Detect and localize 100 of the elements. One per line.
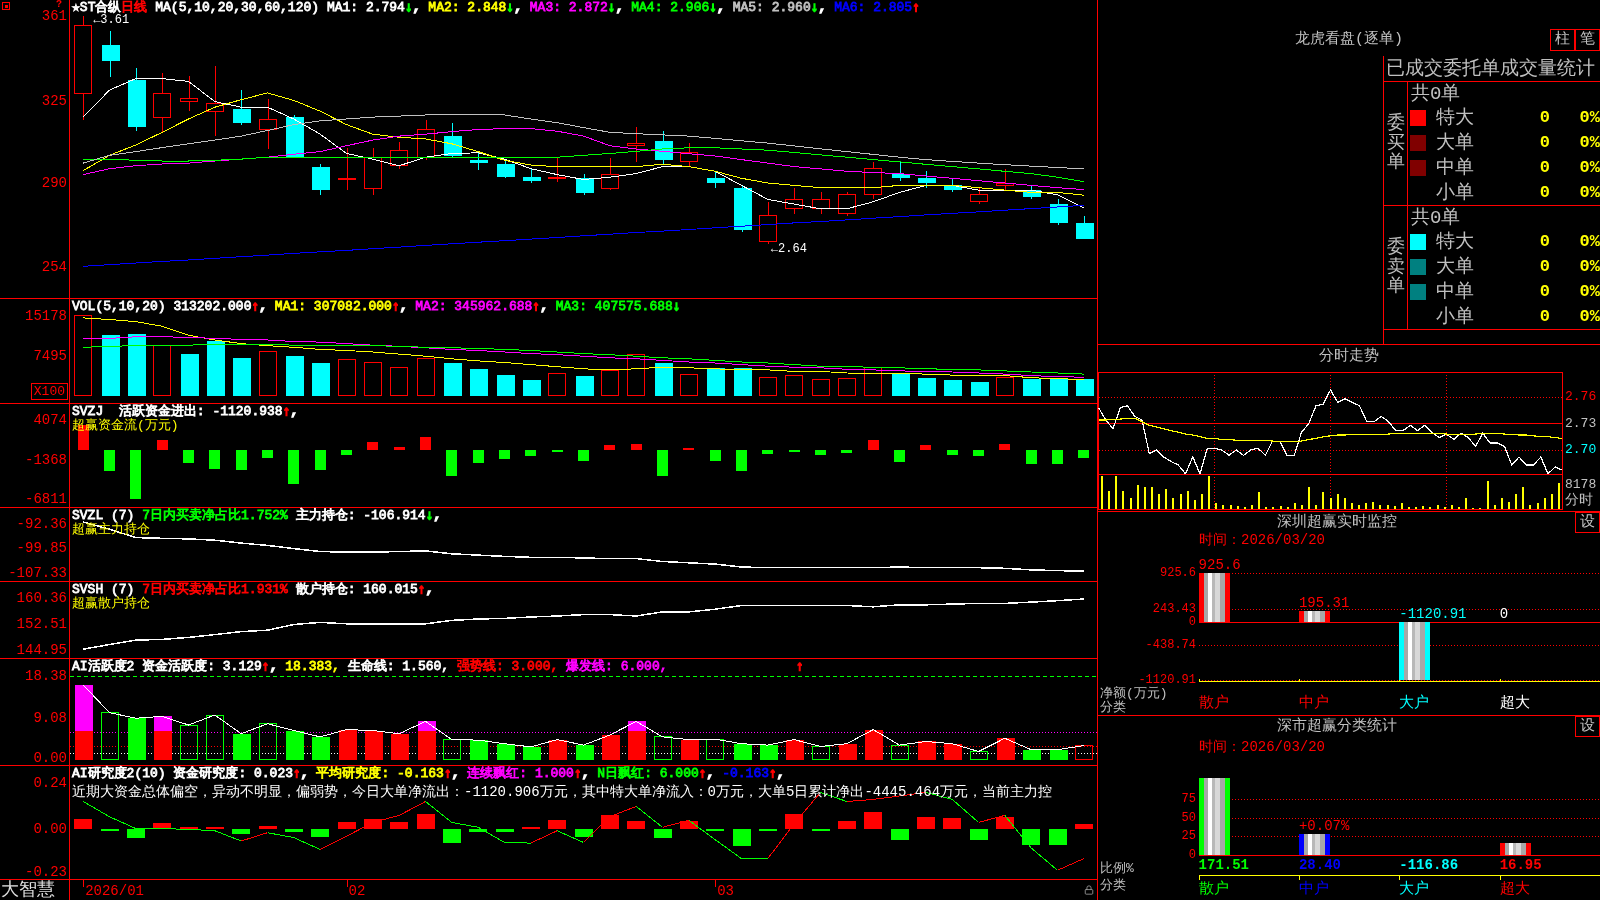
category-label: 超大 [1499,882,1530,897]
timestamp: 时间：2026/03/20 [1199,739,1325,755]
axis-tick-label: -107.33 [8,565,67,580]
order-percent: 0% [1579,108,1600,129]
candlestick [680,142,698,168]
indicator-legend: AI活跃度2 资金活跃度: 3.129↑, 18.383, 生命线: 1.560, 强势线: 3.000, 爆发线: 6.000, [72,660,668,674]
candlestick [338,147,356,191]
help-mark[interactable]: ? [56,0,62,9]
order-count: 0 [1538,108,1550,129]
indicator-caption: 超赢散户持仓 [72,597,150,611]
axis-tick-label: 0.00 [33,821,67,836]
order-size-label: 特大 [1436,108,1475,129]
axis-tick-label: 0.00 [33,751,67,765]
candlestick [496,160,515,179]
axis-tick-label: -1368 [25,452,67,467]
candlestick [601,157,619,191]
axis-tick-label: 15178 [25,308,67,323]
brand-name: 大智慧 [1,880,55,900]
order-total: 共0单 [1411,207,1461,228]
settings-button[interactable]: 设 [1575,716,1600,737]
axis-tick-label: 0 [1188,849,1196,862]
candlestick [390,141,408,170]
timestamp: 时间：2026/03/20 [1199,533,1325,548]
candlestick [759,201,777,245]
order-total: 共0单 [1411,83,1461,104]
order-percent: 0% [1579,306,1600,327]
candlestick [206,65,224,137]
unit-label: X100 [30,383,68,400]
lock-icon [1083,885,1094,895]
axis-tick-label: -1120.91 [1138,674,1196,687]
axis-tick-label: -438.74 [1145,638,1196,651]
candlestick [864,161,882,200]
axis-tick-label: 18.38 [25,668,67,683]
candlestick [654,130,673,165]
price-annotation: ←3.61 [93,14,130,27]
axis-tick-label: 9.08 [33,711,67,726]
order-size-label: 中单 [1436,281,1475,302]
axis-tick-label: 0 [1188,615,1196,628]
order-count: 0 [1538,182,1550,203]
date-label: 03 [717,884,734,898]
axis-label: 分类 [1100,879,1126,892]
axis-tick-label: 243.43 [1152,602,1196,615]
table-title: 已成交委托单成交量统计 [1386,58,1595,79]
order-size-label: 中单 [1436,157,1475,178]
axis-tick-label: 50 [1181,811,1196,824]
category-label: 中户 [1298,696,1329,711]
candlestick [917,170,936,189]
order-count: 0 [1538,133,1550,153]
axis-tick-label: 7495 [33,349,67,364]
candlestick [706,170,725,189]
axis-tick-label: 254 [41,260,67,275]
candlestick [522,168,541,184]
view-toggle-button[interactable]: 柱 [1550,29,1575,51]
axis-label: 分时 [1565,493,1593,508]
axis-tick-label: -6811 [25,492,67,507]
order-count: 0 [1538,232,1550,253]
candlestick [943,177,962,193]
order-count: 0 [1538,281,1550,302]
panel-title: 龙虎看盘(逐单) [1295,32,1403,48]
value-label: -1120.91 [1399,606,1467,621]
category-label: 散户 [1198,696,1229,711]
order-count: 0 [1538,157,1550,178]
order-size-label: 大单 [1436,257,1475,277]
axis-tick-label: 4074 [33,413,67,428]
view-toggle-button[interactable]: 笔 [1575,29,1600,51]
date-label: 2026/01 [85,884,144,898]
indicator-legend: VOL(5,10,20) 313202.000↑, MA1: 307082.000↑, MA2: 345962.688↑, MA3: 407575.688↓ [72,300,681,314]
category-label: 大户 [1399,882,1430,897]
axis-tick-label: -92.36 [16,517,67,532]
axis-tick-label: 2.76 [1565,390,1597,404]
order-count: 0 [1538,306,1550,327]
candlestick [1049,198,1068,226]
category-label: 超大 [1499,696,1530,711]
candlestick [259,98,277,150]
axis-label: 净额(万元) [1100,687,1168,700]
candlestick [153,72,171,134]
candlestick [364,147,382,196]
date-label: 02 [348,884,366,898]
axis-tick-label: 144.95 [16,643,67,658]
panel-title: 深圳超赢实时监控 [1276,514,1397,531]
order-count: 0 [1538,257,1550,277]
indicator-legend: SVZL (7) 7日内买卖净占比1.752% 主力持仓: -106.914↓, [72,509,442,523]
axis-label: 比例% [1100,862,1134,875]
value-label: 28.40 [1298,858,1341,872]
candlestick [785,187,803,215]
settings-button[interactable]: 设 [1575,512,1600,533]
candlestick [232,89,251,126]
order-percent: 0% [1579,281,1600,302]
volume-scale-label: 8178 [1565,478,1597,491]
value-label: 195.31 [1298,596,1350,611]
indicator-legend: AI研究度2(10) 资金研究度: 0.023↑, 平均研究度: -0.163↑, 连续飘红: 1.000↑, N日飘红: 6.000↑, -0.163↑, [72,767,785,781]
candlestick [417,119,435,161]
category-label: 大户 [1399,696,1430,711]
order-percent: 0% [1579,133,1600,153]
indicator-legend: SVZJ 活跃资金进出: -1120.938↑, [72,405,299,419]
indicator-legend: SVSH (7) 7日内买卖净占比1.931% 散户持仓: 160.015↑, [72,583,434,597]
value-label: 16.95 [1499,858,1542,872]
candlestick [1075,215,1094,240]
axis-tick-label: 0.24 [33,776,67,791]
axis-tick-label: 25 [1181,830,1196,843]
